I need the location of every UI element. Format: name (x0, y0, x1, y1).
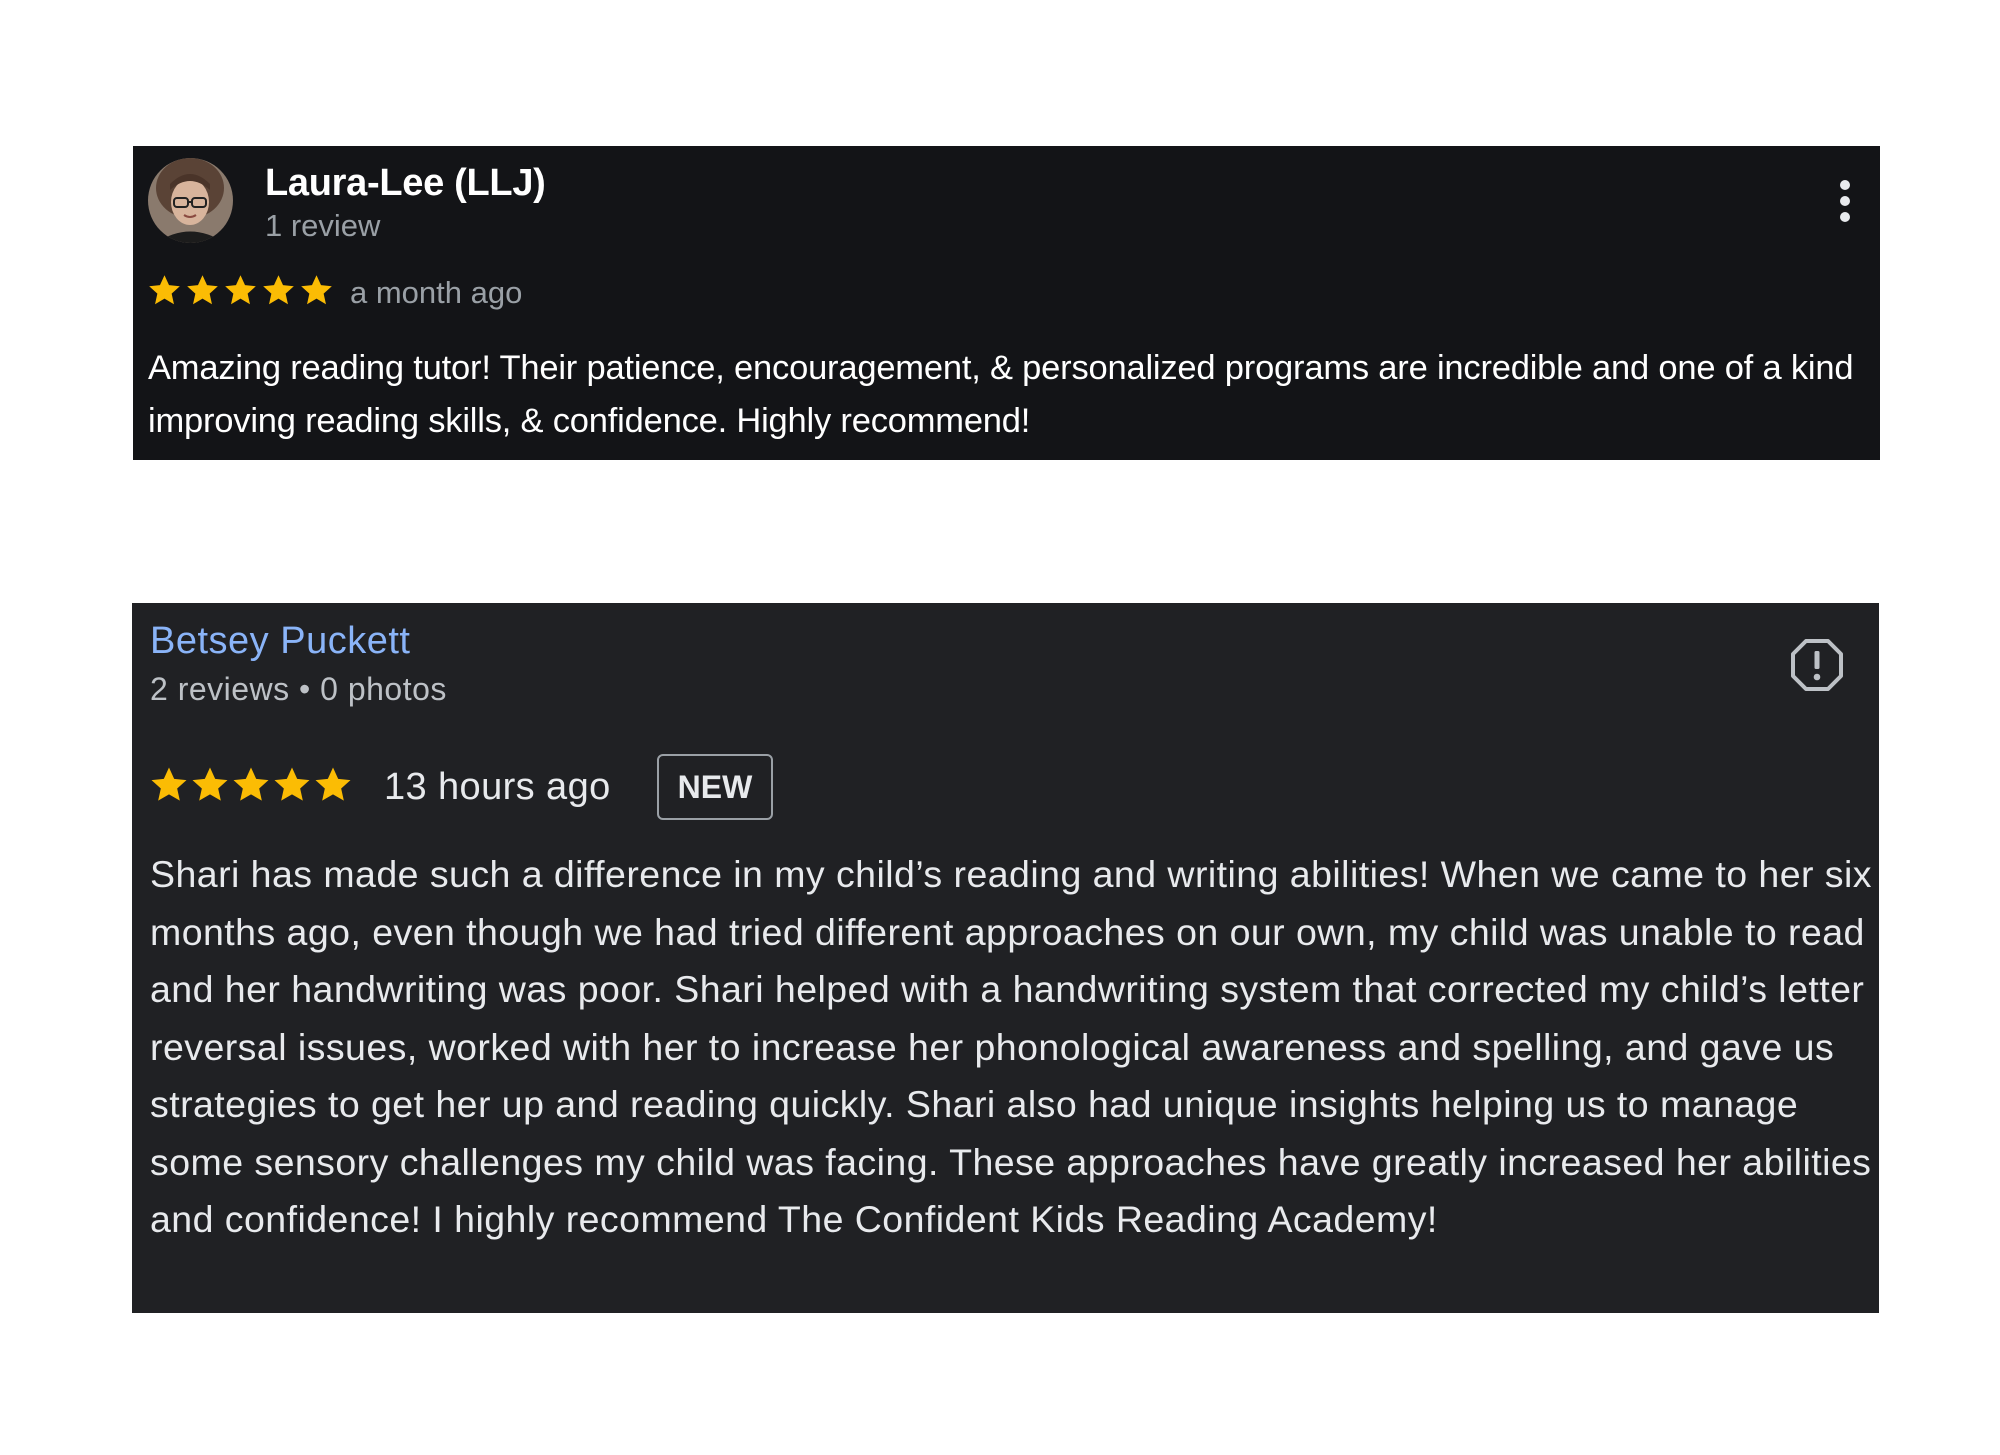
author-name[interactable]: Laura-Lee (LLJ) (265, 158, 546, 208)
more-vert-icon[interactable] (1830, 176, 1860, 226)
star-icon (301, 275, 332, 305)
report-icon[interactable] (1790, 638, 1844, 692)
star-icon (225, 275, 256, 305)
avatar[interactable] (148, 158, 233, 243)
new-badge: NEW (657, 754, 773, 820)
star-icon (151, 767, 187, 801)
review-text: Shari has made such a difference in my c… (150, 853, 1872, 1240)
review-text: Amazing reading tutor! Their patience, e… (148, 349, 1854, 440)
star-icon (233, 767, 269, 801)
star-icon (263, 275, 294, 305)
review-time: a month ago (350, 275, 523, 310)
star-icon (149, 275, 180, 305)
star-icon (187, 275, 218, 305)
star-rating (149, 765, 353, 809)
avatar-photo (148, 158, 233, 243)
star-rating (147, 273, 334, 313)
star-icon (315, 767, 351, 801)
review-time: 13 hours ago (384, 766, 611, 808)
star-icon (192, 767, 228, 801)
author-meta: 2 reviews • 0 photos (150, 671, 447, 707)
review-count: 1 review (265, 208, 381, 243)
review-card-laura-lee: Laura-Lee (LLJ) 1 review a month ago Ama… (133, 146, 1880, 460)
author-name[interactable]: Betsey Puckett (150, 616, 410, 666)
review-card-betsey-puckett: Betsey Puckett 2 reviews • 0 photos 13 h… (132, 603, 1879, 1313)
star-icon (274, 767, 310, 801)
